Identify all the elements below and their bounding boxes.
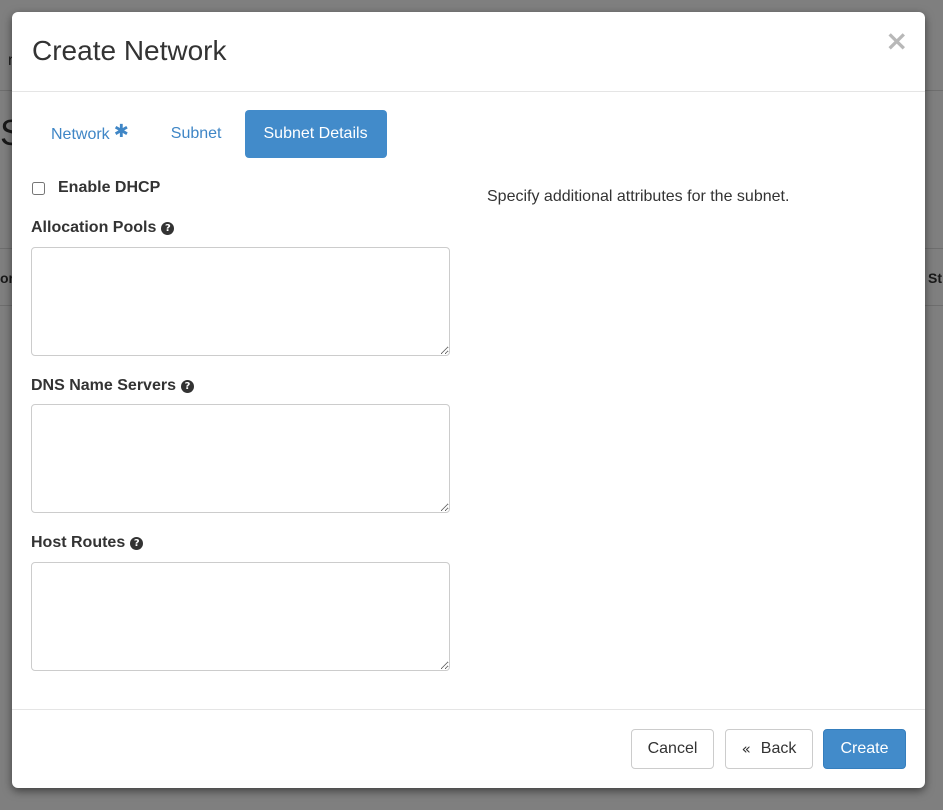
enable-dhcp-label[interactable]: Enable DHCP [58,179,160,197]
tab-subnet-details[interactable]: Subnet Details [244,110,387,158]
allocation-pools-textarea[interactable] [31,247,450,356]
host-routes-label: Host Routes ? [31,533,144,553]
create-button[interactable]: Create [823,729,906,769]
back-button-label: Back [760,740,797,757]
wizard-tabs: Network ✱ Subnet Subnet Details [32,110,391,158]
required-asterisk-icon: ✱ [113,121,129,142]
modal-title: Create Network [32,35,227,66]
close-icon: × [885,24,909,57]
dns-name-servers-label-text: DNS Name Servers [31,377,176,394]
host-routes-textarea[interactable] [31,562,450,671]
question-circle-icon[interactable]: ? [161,221,175,235]
cancel-button-label: Cancel [647,740,698,757]
enable-dhcp-row: Enable DHCP [32,178,160,198]
create-network-modal: Create Network × Network ✱ Subnet Subnet … [12,12,925,788]
close-button[interactable]: × [885,27,908,55]
tab-subnet-label: Subnet [170,125,222,142]
help-text: Specify additional attributes for the su… [487,188,790,205]
allocation-pools-label-text: Allocation Pools [31,219,157,236]
allocation-pools-label: Allocation Pools ? [31,218,175,238]
tab-subnet-details-label: Subnet Details [263,125,368,142]
tab-network-label: Network [51,126,110,143]
double-chevron-left-icon: « [741,740,751,758]
question-circle-icon[interactable]: ? [130,536,144,550]
back-button[interactable]: « Back [725,729,813,769]
host-routes-label-text: Host Routes [31,534,126,551]
cancel-button[interactable]: Cancel [631,729,714,769]
create-button-label: Create [840,740,889,757]
question-circle-icon[interactable]: ? [180,379,194,393]
modal-footer: Cancel « Back Create [12,709,925,788]
tab-network[interactable]: Network ✱ [32,110,148,158]
tab-subnet[interactable]: Subnet [152,110,241,158]
enable-dhcp-checkbox[interactable] [32,181,45,195]
dns-name-servers-label: DNS Name Servers ? [31,376,194,396]
modal-header: Create Network × [12,12,925,92]
dns-name-servers-textarea[interactable] [31,404,450,513]
